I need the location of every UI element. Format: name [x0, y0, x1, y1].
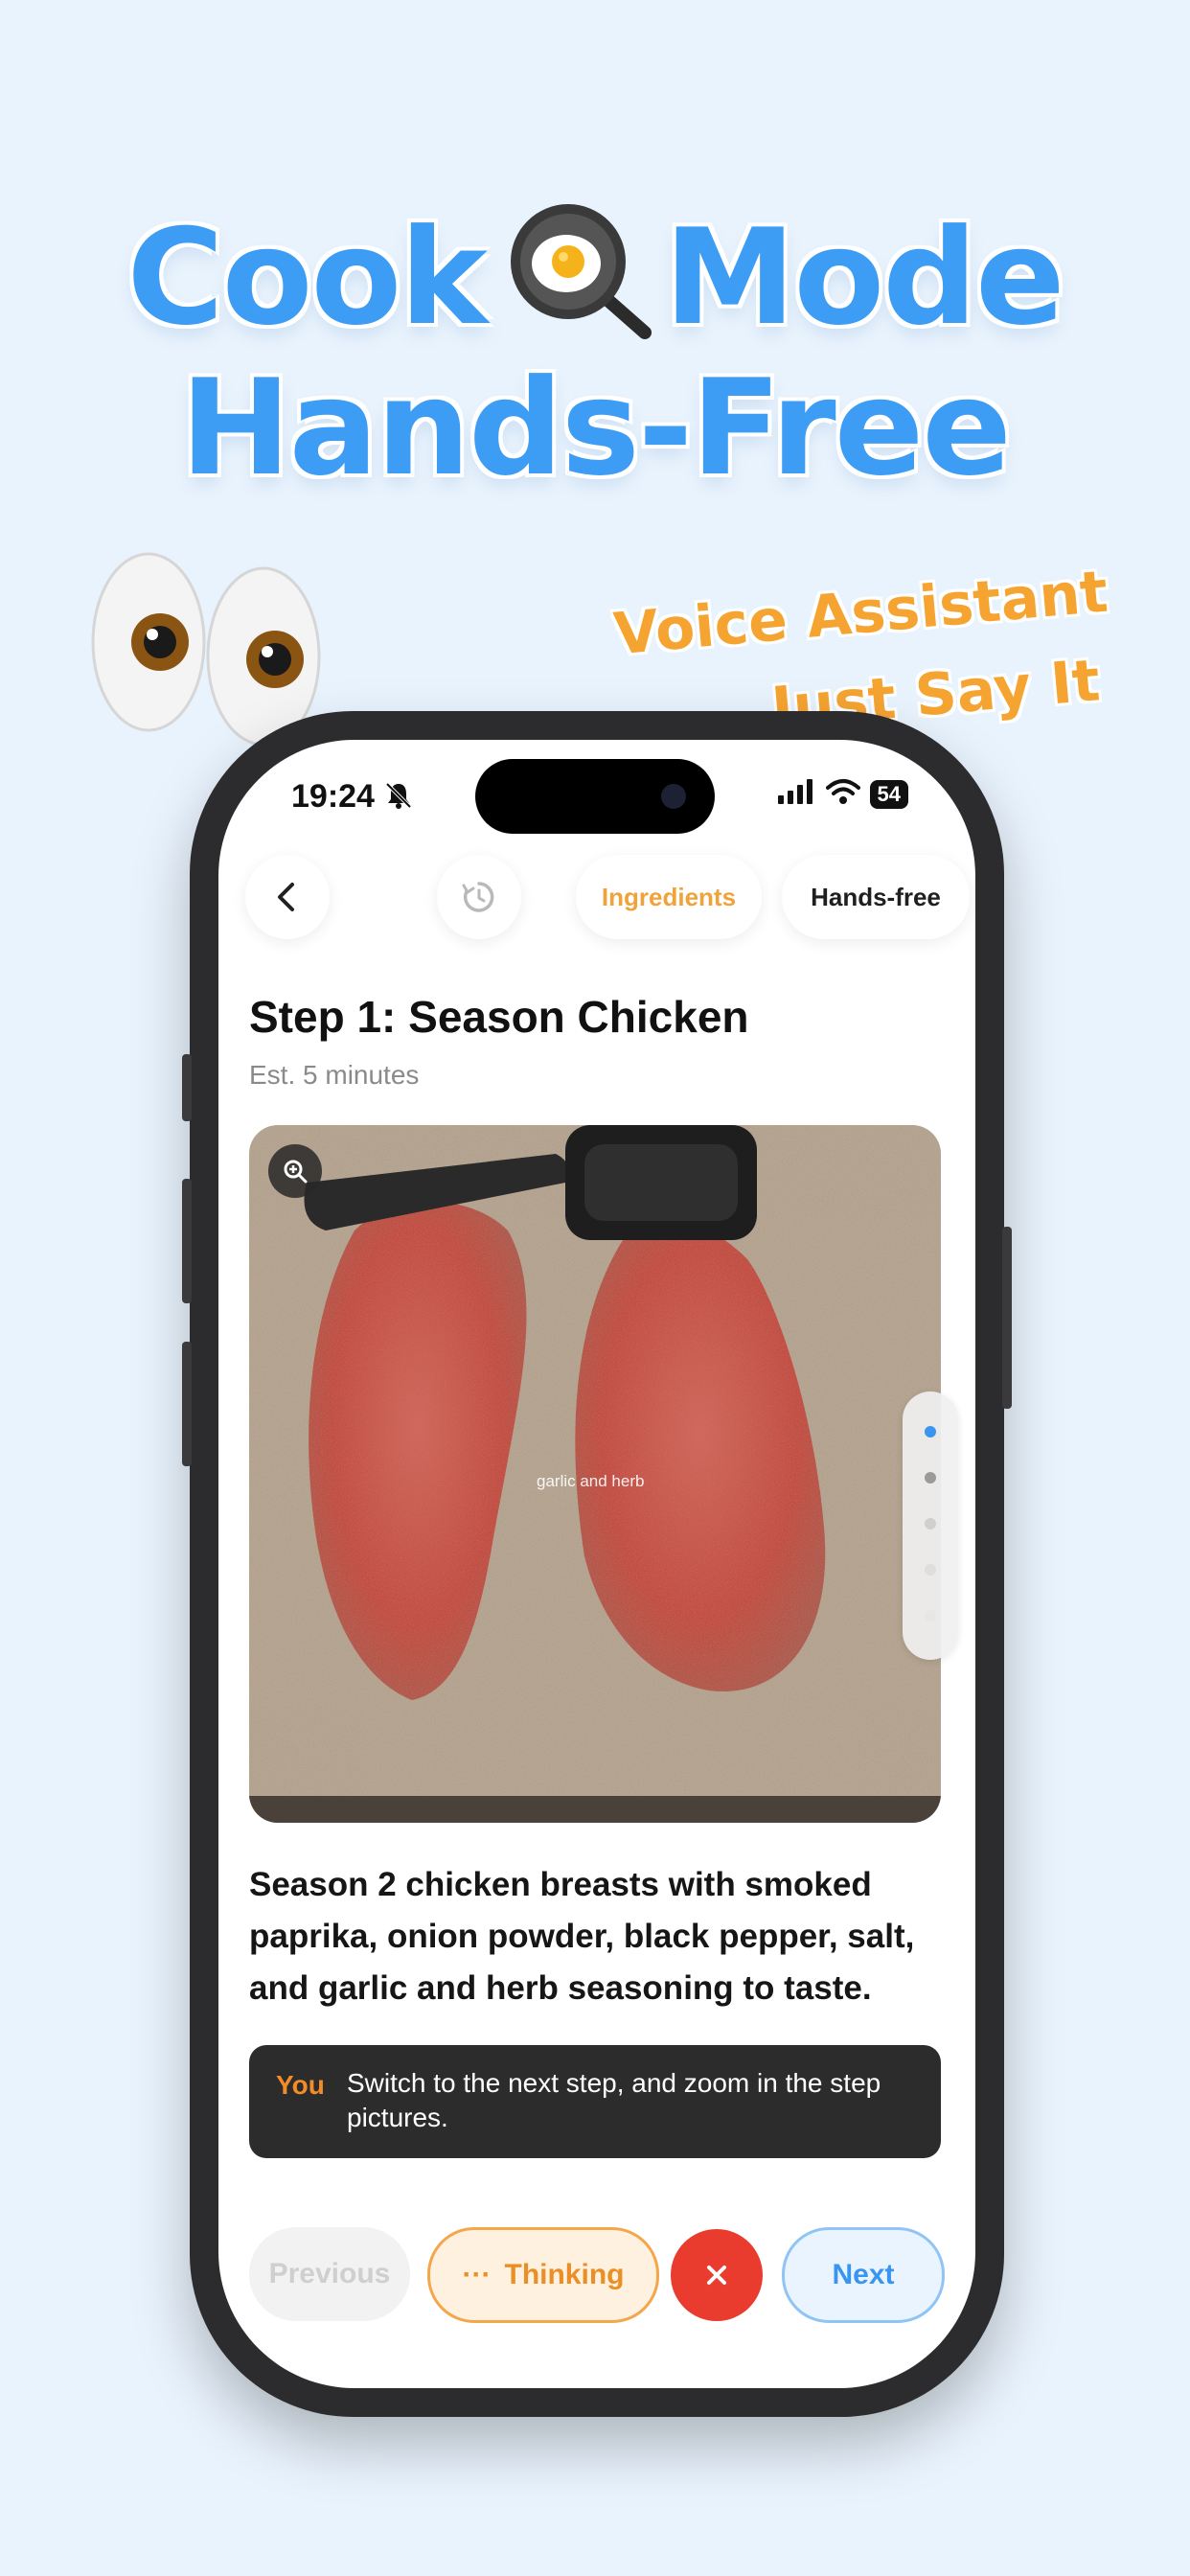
bottom-controls: Previous ··· Thinking Next	[249, 2227, 945, 2323]
phone-power-button	[1002, 1227, 1012, 1409]
status-indicators: 54	[777, 778, 908, 810]
next-button[interactable]: Next	[782, 2227, 945, 2323]
camera-dot	[661, 784, 686, 809]
dynamic-island	[475, 759, 715, 834]
thinking-label: Thinking	[504, 2259, 625, 2290]
zoom-in-icon	[284, 1160, 308, 1184]
wifi-icon	[825, 778, 860, 810]
speaker-label: You	[276, 2070, 325, 2100]
battery-icon: 54	[869, 779, 908, 809]
chevron-left-icon	[278, 883, 294, 911]
top-toolbar: Ingredients Hands-free	[245, 855, 970, 941]
step-estimate: Est. 5 minutes	[249, 1060, 420, 1090]
signal-icon	[777, 779, 816, 809]
tab-ingredients[interactable]: Ingredients	[576, 855, 762, 939]
page-dot[interactable]	[925, 1472, 936, 1484]
headline-word-cook: Cook	[126, 200, 488, 355]
thinking-button[interactable]: ··· Thinking	[427, 2227, 659, 2323]
previous-button[interactable]: Previous	[249, 2227, 410, 2321]
step-instruction: Season 2 chicken breasts with smoked pap…	[249, 1866, 915, 2007]
timer-icon	[462, 882, 494, 912]
phone-side-button	[182, 1054, 192, 1121]
zoom-button[interactable]	[268, 1144, 322, 1198]
phone-volume-down	[182, 1342, 192, 1466]
page-dot-active[interactable]	[925, 1426, 936, 1438]
voice-transcript: Switch to the next step, and zoom in the…	[347, 2068, 881, 2132]
page-dot[interactable]	[925, 1564, 936, 1576]
back-button[interactable]	[245, 855, 330, 939]
page-dot[interactable]	[925, 1518, 936, 1530]
bell-muted-icon	[383, 780, 414, 818]
cancel-voice-button[interactable]	[671, 2229, 763, 2321]
phone-volume-up	[182, 1179, 192, 1303]
image-page-indicator[interactable]	[903, 1392, 958, 1660]
image-caption: garlic and herb	[537, 1472, 645, 1490]
fried-egg-pan-icon	[493, 196, 656, 340]
close-icon	[707, 2266, 726, 2285]
ellipsis-icon: ···	[462, 2259, 492, 2290]
promo-headline-line1: Cook Mode	[0, 196, 1190, 344]
step-image[interactable]: garlic and herb	[249, 1125, 941, 1823]
promo-headline-line2: Hands-Free	[180, 351, 1012, 505]
page-dot[interactable]	[925, 1610, 936, 1622]
tab-hands-free[interactable]: Hands-free	[782, 855, 970, 939]
timer-button[interactable]	[437, 855, 521, 939]
status-time: 19:24	[291, 778, 375, 815]
phone-screen: 19:24 54 Ingredients Hands-free Step 1: …	[218, 740, 975, 2388]
voice-transcript-bar: You Switch to the next step, and zoom in…	[249, 2045, 941, 2158]
step-title: Step 1: Season Chicken	[249, 992, 749, 1042]
headline-word-mode: Mode	[664, 200, 1065, 355]
